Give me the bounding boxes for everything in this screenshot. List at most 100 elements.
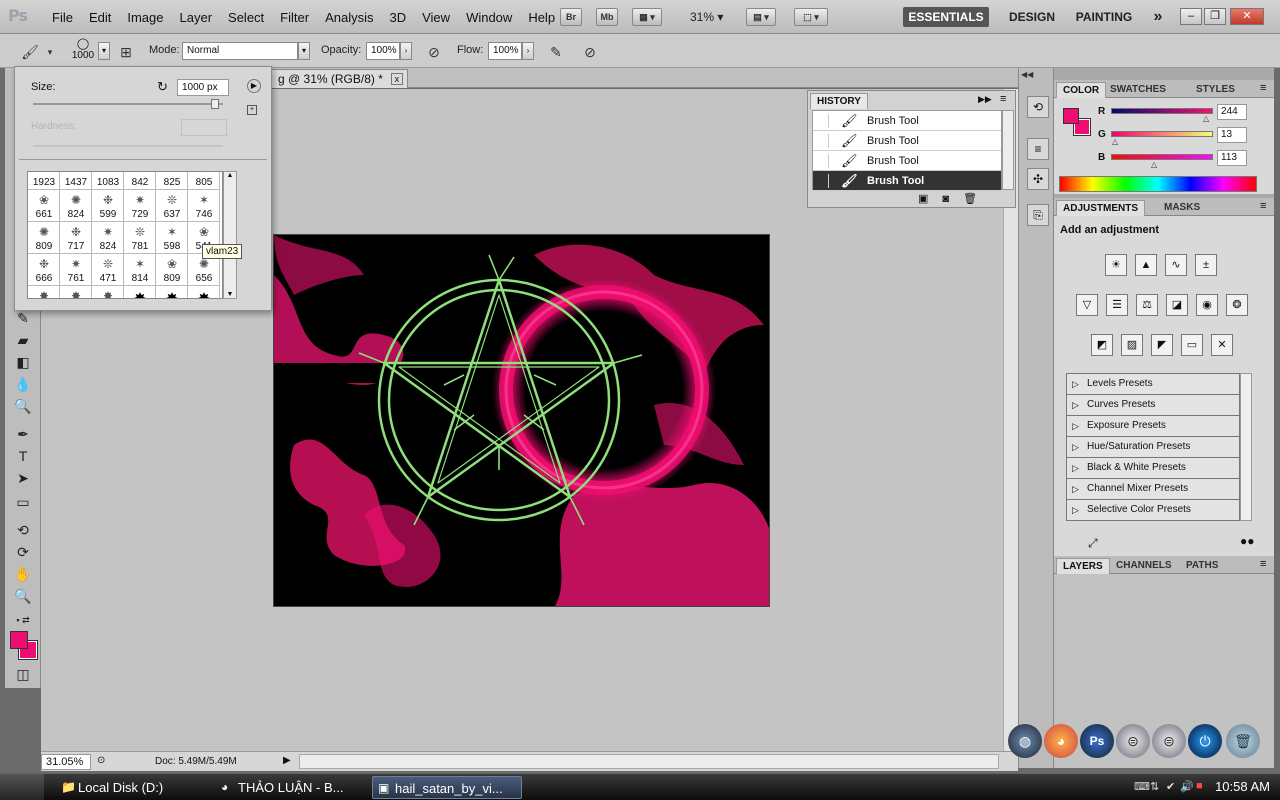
more-workspaces-button[interactable]: » — [1146, 7, 1170, 27]
menu-view[interactable]: View — [414, 10, 458, 25]
brush-size-slider-thumb[interactable] — [211, 99, 219, 109]
taskbar-item-explorer[interactable]: 📁 Local Disk (D:) — [56, 776, 206, 799]
brush-grid-scrollbar[interactable]: ▲ ▼ — [223, 171, 237, 299]
tab-paths[interactable]: PATHS — [1180, 558, 1224, 574]
brush-tip-cell[interactable]: ✷ 824 — [92, 222, 124, 254]
curves-button[interactable]: ∿ — [1165, 254, 1187, 276]
brush-tip-cell[interactable]: ✺ 809 — [28, 222, 60, 254]
brush-tip-cell[interactable]: ✶ 598 — [156, 222, 188, 254]
preset-item[interactable]: ▷ Black & White Presets — [1067, 458, 1239, 479]
channel-mixer-button[interactable]: ❂ — [1226, 294, 1248, 316]
blur-tool[interactable]: 💧 — [12, 374, 34, 394]
preset-item[interactable]: ▷ Selective Color Presets — [1067, 500, 1239, 521]
blue-value-input[interactable]: 113 — [1217, 150, 1247, 166]
brush-tip-cell[interactable]: ✺ 824 — [60, 190, 92, 222]
green-slider-thumb[interactable]: △ — [1112, 137, 1118, 146]
brush-tip-cell[interactable]: ❉ 717 — [60, 222, 92, 254]
new-brush-preset-button[interactable]: + — [247, 105, 257, 115]
tab-adjustments[interactable]: ADJUSTMENTS — [1056, 200, 1146, 216]
collapse-panel-icon[interactable]: ▶▶ — [978, 94, 992, 105]
menu-file[interactable]: File — [44, 10, 81, 25]
red-slider[interactable] — [1111, 108, 1213, 114]
brush-picker-menu-button[interactable]: ▶ — [247, 79, 261, 93]
menu-image[interactable]: Image — [119, 10, 171, 25]
eraser-tool[interactable]: ▰ — [12, 330, 34, 350]
dock-app-globe[interactable]: ◍ — [1008, 724, 1042, 758]
flow-input[interactable]: 100% — [488, 42, 522, 60]
green-slider[interactable] — [1111, 131, 1213, 137]
dock-app-power[interactable]: ⏻ — [1188, 724, 1222, 758]
preset-item[interactable]: ▷ Exposure Presets — [1067, 416, 1239, 437]
taskbar-item-photoshop[interactable]: ▣ hail_satan_by_vi... — [372, 776, 522, 799]
selective-color-button[interactable]: ✕ — [1211, 334, 1233, 356]
tab-swatches[interactable]: SWATCHES — [1104, 82, 1172, 98]
posterize-button[interactable]: ▨ — [1121, 334, 1143, 356]
brush-tip-cell[interactable]: ✸ — [28, 286, 60, 298]
brush-preset-picker[interactable]: ◯ 1000 — [66, 37, 100, 61]
keyboard-icon[interactable]: ⌨ — [1134, 780, 1150, 793]
history-state[interactable]: 🖌 Brush Tool — [813, 131, 1001, 151]
blue-slider-thumb[interactable]: △ — [1151, 160, 1157, 169]
type-tool[interactable]: T — [12, 446, 34, 466]
color-swap-controls[interactable]: ▪ ⇄ — [12, 610, 34, 630]
zoom-tool[interactable]: 🔍 — [12, 586, 34, 606]
menu-edit[interactable]: Edit — [81, 10, 119, 25]
tablet-opacity-toggle[interactable]: ⊘ — [424, 42, 444, 62]
blue-slider[interactable] — [1111, 154, 1213, 160]
color-foreground-swatch[interactable] — [1063, 108, 1079, 124]
history-scrollbar[interactable] — [1002, 110, 1014, 190]
brush-tip-cell[interactable]: ❀ 1437 — [60, 172, 92, 190]
brightness-contrast-button[interactable]: ☀ — [1105, 254, 1127, 276]
brush-tip-cell[interactable]: ❀ 661 — [28, 190, 60, 222]
tab-channels[interactable]: CHANNELS — [1110, 558, 1178, 574]
document-horizontal-scrollbar[interactable] — [299, 754, 999, 769]
tab-masks[interactable]: MASKS — [1158, 200, 1206, 216]
brush-tip-cell[interactable]: ❉ 599 — [92, 190, 124, 222]
history-state[interactable]: 🖌 Brush Tool — [813, 151, 1001, 171]
clock[interactable]: 10:58 AM — [1215, 779, 1270, 794]
vibrance-button[interactable]: ▽ — [1076, 294, 1098, 316]
brush-tip-cell[interactable]: ✸ — [124, 286, 156, 298]
brush-tip-cell[interactable]: ❊ 805 — [188, 172, 220, 190]
dodge-tool[interactable]: 🔍 — [12, 396, 34, 416]
color-spectrum-ramp[interactable] — [1059, 176, 1257, 192]
status-info-icon[interactable]: ⊙ — [97, 755, 105, 766]
tool-preset-dropdown[interactable]: ▾ — [40, 42, 60, 62]
scroll-down-icon[interactable]: ▼ — [224, 291, 236, 298]
menu-select[interactable]: Select — [220, 10, 272, 25]
restore-button[interactable]: ❐ — [1204, 8, 1226, 25]
workspace-painting[interactable]: PAINTING — [1068, 7, 1140, 27]
close-window-button[interactable]: ✕ — [1230, 8, 1264, 25]
new-snapshot-icon[interactable]: ◙ — [942, 193, 963, 205]
brush-tip-cell[interactable]: ✶ 1923 — [28, 172, 60, 190]
antivirus-icon[interactable]: ■ — [1196, 780, 1203, 792]
image-canvas[interactable] — [273, 234, 770, 607]
levels-button[interactable]: ▲ — [1135, 254, 1157, 276]
brush-tip-cell[interactable]: ✸ — [92, 286, 124, 298]
history-state[interactable]: 🖌 Brush Tool — [813, 171, 1001, 191]
black-white-button[interactable]: ◪ — [1166, 294, 1188, 316]
menu-help[interactable]: Help — [520, 10, 563, 25]
presets-scrollbar[interactable] — [1240, 373, 1252, 521]
brush-size-input[interactable]: 1000 px — [177, 79, 229, 96]
dock-app-recycle-bin[interactable]: 🗑 — [1226, 724, 1260, 758]
arrange-documents-button[interactable]: ▤ ▾ — [746, 8, 776, 26]
brush-preset-dropdown[interactable]: ▾ — [98, 42, 110, 60]
airbrush-toggle[interactable]: ✎ — [546, 42, 566, 62]
green-value-input[interactable]: 13 — [1217, 127, 1247, 143]
dock-app-drive-1[interactable]: ⊜ — [1116, 724, 1150, 758]
dock-app-firefox[interactable]: ◕ — [1044, 724, 1078, 758]
brush-tip-cell[interactable]: ✷ 825 — [156, 172, 188, 190]
brush-tip-cell[interactable]: ✸ — [60, 286, 92, 298]
workspace-design[interactable]: DESIGN — [1000, 7, 1064, 27]
path-selection-tool[interactable]: ➤ — [12, 468, 34, 488]
panel-menu-icon[interactable]: ≡ — [1260, 200, 1266, 212]
dock-app-drive-2[interactable]: ⊜ — [1152, 724, 1186, 758]
clip-to-layer-icon[interactable]: ●● — [1240, 534, 1255, 548]
taskbar-item-firefox[interactable]: ◕ THẢO LUẬN - B... — [216, 776, 366, 799]
new-document-from-state-icon[interactable]: ▣ — [918, 193, 942, 205]
brush-tip-cell[interactable]: ❉ 842 — [124, 172, 156, 190]
panel-menu-icon[interactable]: ≡ — [1260, 82, 1266, 94]
brush-tip-cell[interactable]: ❀ 809 — [156, 254, 188, 286]
brush-panel-toggle[interactable]: ⊞ — [116, 42, 136, 62]
